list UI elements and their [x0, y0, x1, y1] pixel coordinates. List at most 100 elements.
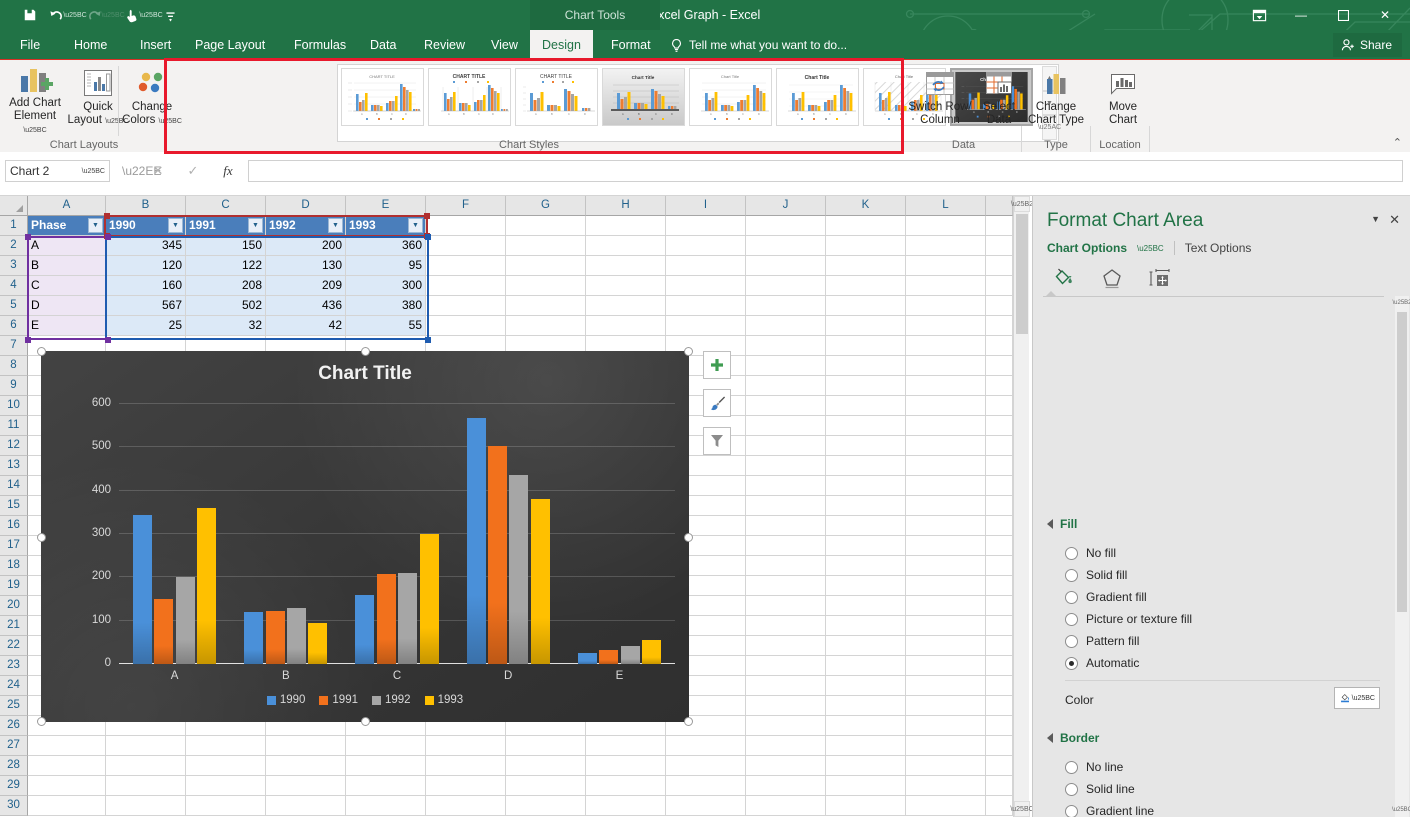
row-header-4[interactable]: 4	[0, 276, 28, 296]
bar-1993-C[interactable]	[420, 534, 439, 664]
cell-L17[interactable]	[906, 536, 986, 556]
cell-H6[interactable]	[586, 316, 666, 336]
radio-automatic-fill[interactable]	[1065, 657, 1078, 670]
size-and-properties-tab[interactable]	[1143, 264, 1177, 294]
add-chart-element-caret[interactable]: \u25BC	[23, 127, 46, 134]
cell-I2[interactable]	[666, 236, 746, 256]
cell-K15[interactable]	[826, 496, 906, 516]
resize-handle-n[interactable]	[361, 347, 370, 356]
bar-1992-E[interactable]	[621, 646, 640, 664]
cell-K1[interactable]	[826, 216, 906, 236]
cell-E4[interactable]: 300	[346, 276, 426, 296]
cell-G28[interactable]	[506, 756, 586, 776]
chart-style-thumb-2[interactable]: CHART TITLE ABCD	[428, 68, 511, 126]
cell-E30[interactable]	[346, 796, 426, 816]
fill-section-header[interactable]: Fill	[1047, 517, 1077, 531]
cell-G2[interactable]	[506, 236, 586, 256]
switch-row-column-button[interactable]: Switch Row/ Column	[906, 64, 974, 136]
cell-J1[interactable]	[746, 216, 826, 236]
cell-A2[interactable]: A	[28, 236, 106, 256]
cell-G1[interactable]	[506, 216, 586, 236]
cell-undefined30[interactable]	[986, 796, 1013, 816]
cell-H1[interactable]	[586, 216, 666, 236]
cell-I27[interactable]	[666, 736, 746, 756]
cell-L8[interactable]	[906, 356, 986, 376]
cell-J9[interactable]	[746, 376, 826, 396]
tab-data[interactable]: Data	[358, 30, 408, 60]
tab-review[interactable]: Review	[412, 30, 477, 60]
filter-dropdown-B1[interactable]: ▼	[168, 218, 183, 233]
row-header-1[interactable]: 1	[0, 216, 28, 236]
chart-style-thumb-1[interactable]: CHART TITLE ABCD	[341, 68, 424, 126]
cell-B2[interactable]: 345	[106, 236, 186, 256]
cell-K24[interactable]	[826, 676, 906, 696]
cell-J7[interactable]	[746, 336, 826, 356]
cell-undefined16[interactable]	[986, 516, 1013, 536]
row-header-18[interactable]: 18	[0, 556, 28, 576]
cell-undefined15[interactable]	[986, 496, 1013, 516]
row-header-11[interactable]: 11	[0, 416, 28, 436]
row-header-2[interactable]: 2	[0, 236, 28, 256]
cell-L28[interactable]	[906, 756, 986, 776]
cell-L27[interactable]	[906, 736, 986, 756]
cell-L5[interactable]	[906, 296, 986, 316]
tab-format[interactable]: Format	[599, 30, 663, 60]
cell-D28[interactable]	[266, 756, 346, 776]
minimize-button[interactable]: —	[1280, 0, 1322, 30]
radio-pattern-fill[interactable]	[1065, 635, 1078, 648]
cell-D4[interactable]: 209	[266, 276, 346, 296]
resize-handle-w[interactable]	[37, 533, 46, 542]
plot-area[interactable]: 0100200300400500600ABCDE	[119, 404, 675, 664]
legend-item-1992[interactable]: 1992	[372, 694, 411, 706]
cell-B30[interactable]	[106, 796, 186, 816]
cell-undefined29[interactable]	[986, 776, 1013, 796]
cell-G29[interactable]	[506, 776, 586, 796]
column-header-G[interactable]: G	[506, 196, 586, 216]
cell-undefined7[interactable]	[986, 336, 1013, 356]
cell-J25[interactable]	[746, 696, 826, 716]
bar-1990-B[interactable]	[244, 612, 263, 664]
cell-C2[interactable]: 150	[186, 236, 266, 256]
cell-undefined10[interactable]	[986, 396, 1013, 416]
cell-D5[interactable]: 436	[266, 296, 346, 316]
cell-L3[interactable]	[906, 256, 986, 276]
cell-L9[interactable]	[906, 376, 986, 396]
tab-home[interactable]: Home	[62, 30, 119, 60]
pane-scroll-thumb[interactable]	[1397, 312, 1407, 612]
cell-K23[interactable]	[826, 656, 906, 676]
row-header-19[interactable]: 19	[0, 576, 28, 596]
cell-L6[interactable]	[906, 316, 986, 336]
radio-gradient-line[interactable]	[1065, 805, 1078, 817]
cell-J4[interactable]	[746, 276, 826, 296]
cell-K27[interactable]	[826, 736, 906, 756]
fill-color-picker[interactable]: \u25BC	[1334, 687, 1380, 709]
cell-F4[interactable]	[426, 276, 506, 296]
cell-undefined1[interactable]	[986, 216, 1013, 236]
insert-function-button[interactable]: fx	[215, 161, 241, 181]
bar-1991-B[interactable]	[266, 611, 285, 664]
cell-A27[interactable]	[28, 736, 106, 756]
pane-scroll-down-icon[interactable]: \u25BC	[1395, 803, 1409, 817]
cell-J28[interactable]	[746, 756, 826, 776]
bar-1990-C[interactable]	[355, 595, 374, 664]
cell-L29[interactable]	[906, 776, 986, 796]
bar-1990-E[interactable]	[578, 653, 597, 664]
cell-L10[interactable]	[906, 396, 986, 416]
row-header-28[interactable]: 28	[0, 756, 28, 776]
filter-dropdown-D1[interactable]: ▼	[328, 218, 343, 233]
row-header-21[interactable]: 21	[0, 616, 28, 636]
fill-option-pattern-fill[interactable]: Pattern fill	[1065, 634, 1139, 648]
cell-undefined23[interactable]	[986, 656, 1013, 676]
cell-J14[interactable]	[746, 476, 826, 496]
cell-E5[interactable]: 380	[346, 296, 426, 316]
cell-J21[interactable]	[746, 616, 826, 636]
cell-E29[interactable]	[346, 776, 426, 796]
cell-L22[interactable]	[906, 636, 986, 656]
cell-H28[interactable]	[586, 756, 666, 776]
cell-F27[interactable]	[426, 736, 506, 756]
border-option-no-line[interactable]: No line	[1065, 760, 1123, 774]
cell-L24[interactable]	[906, 676, 986, 696]
row-header-6[interactable]: 6	[0, 316, 28, 336]
cell-K26[interactable]	[826, 716, 906, 736]
resize-handle-se[interactable]	[684, 717, 693, 726]
